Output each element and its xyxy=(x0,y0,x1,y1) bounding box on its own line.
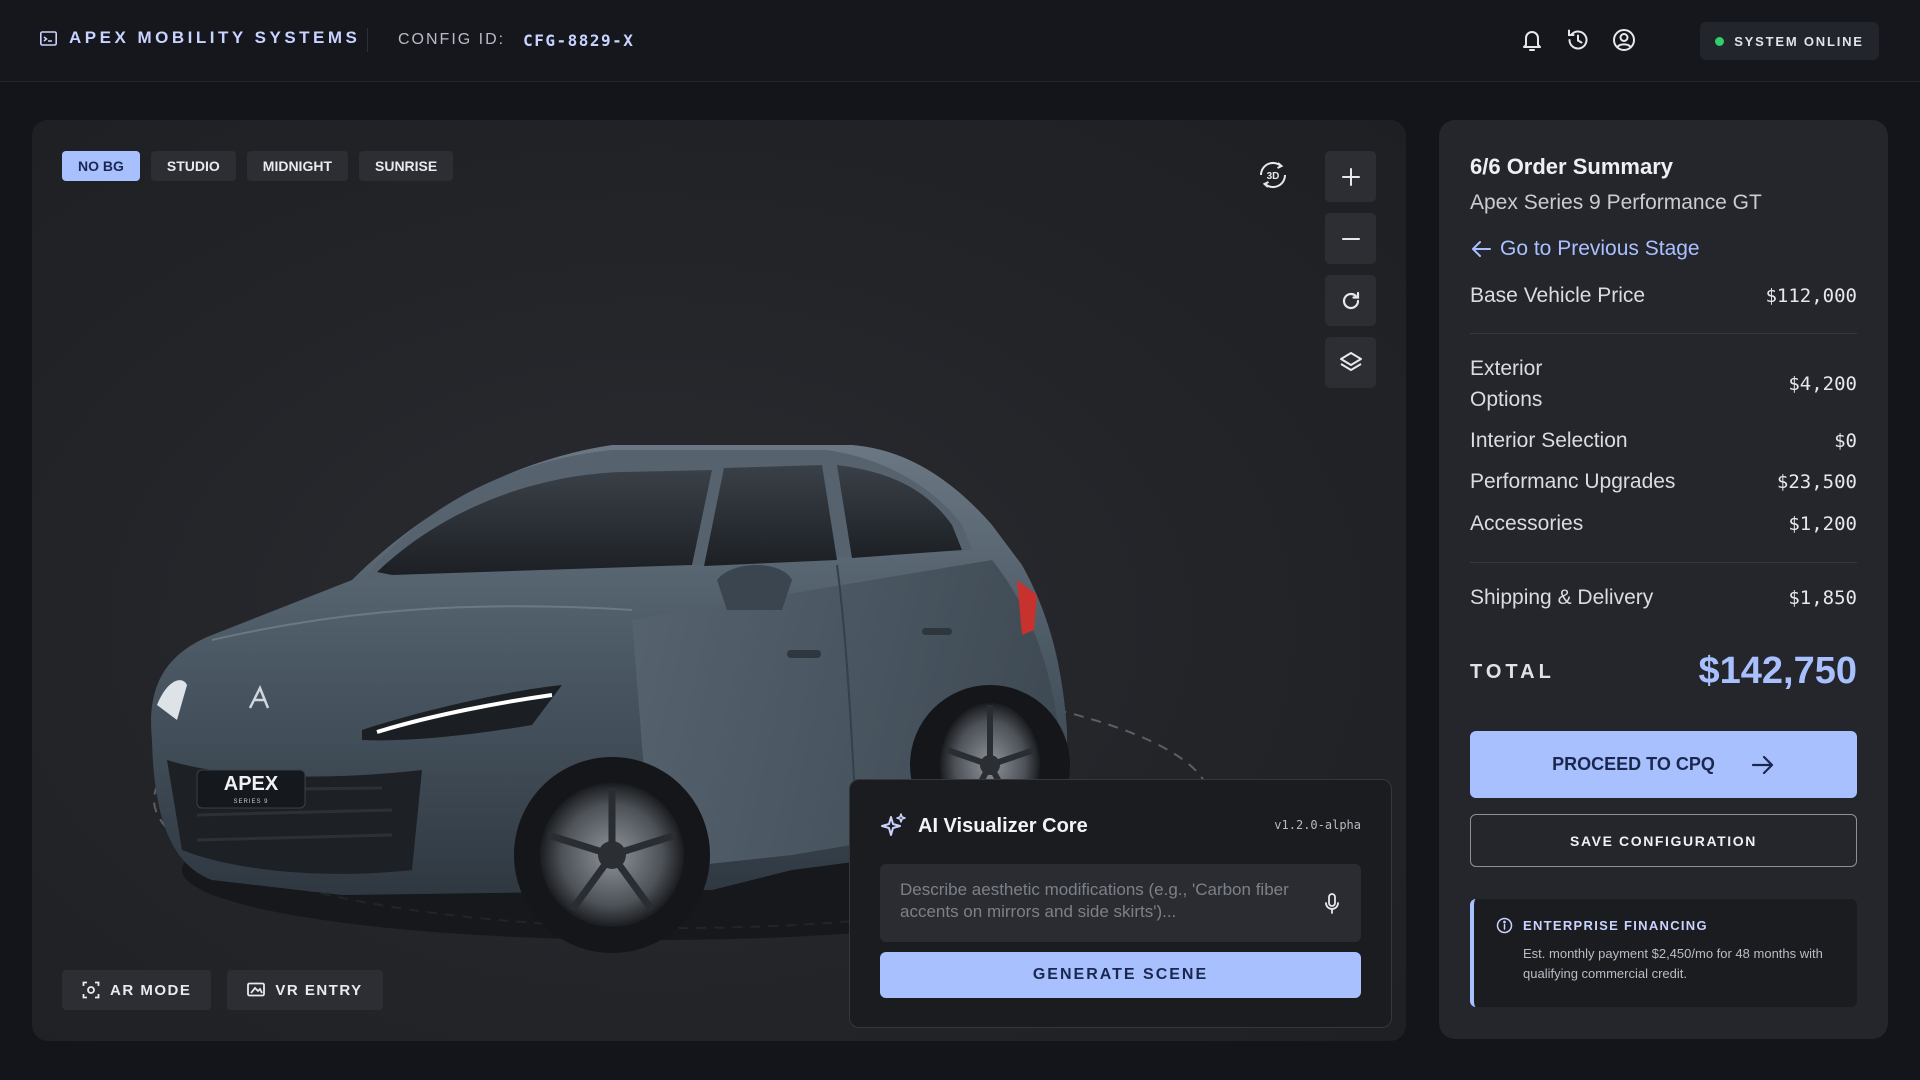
previous-stage-label: Go to Previous Stage xyxy=(1500,237,1700,260)
price-row-label: Exterior Options xyxy=(1470,357,1543,411)
rotate-badge-text: 3D xyxy=(1267,171,1280,182)
system-status-badge: SYSTEM ONLINE xyxy=(1700,22,1879,60)
ai-title: AI Visualizer Core xyxy=(918,814,1088,837)
ar-icon xyxy=(82,981,100,999)
rotate-360-icon[interactable]: 3D xyxy=(1255,157,1291,193)
vr-entry-button[interactable]: VR ENTRY xyxy=(227,970,383,1010)
top-bar: APEX MOBILITY SYSTEMS CONFIG ID: CFG-882… xyxy=(0,0,1920,82)
financing-card: ENTERPRISE FINANCING Est. monthly paymen… xyxy=(1470,899,1857,1007)
status-dot xyxy=(1715,36,1725,46)
reset-view-button[interactable] xyxy=(1325,275,1376,326)
price-row-shipping: Shipping & Delivery $1,850 xyxy=(1470,582,1857,613)
status-text: SYSTEM ONLINE xyxy=(1734,33,1864,49)
price-row-label: Base Vehicle Price xyxy=(1470,284,1646,307)
immersive-modes: AR MODE VR ENTRY xyxy=(62,970,383,1010)
account-icon[interactable] xyxy=(1610,25,1638,55)
order-summary-panel: 6/6 Order Summary Apex Series 9 Performa… xyxy=(1439,120,1888,1039)
ai-visualizer-panel: AI Visualizer Core v1.2.0-alpha Describe… xyxy=(849,779,1392,1028)
price-row-interior: Interior Selection $0 xyxy=(1470,425,1857,456)
terminal-icon xyxy=(40,30,57,46)
ar-mode-button[interactable]: AR MODE xyxy=(62,970,212,1010)
ai-prompt-placeholder: Describe aesthetic modifications (e.g., … xyxy=(900,880,1289,921)
ai-prompt-input[interactable]: Describe aesthetic modifications (e.g., … xyxy=(880,864,1361,942)
zoom-out-icon xyxy=(1341,237,1360,240)
total-value: $142,750 xyxy=(1698,650,1858,692)
header-actions xyxy=(1518,25,1638,55)
bell-icon[interactable] xyxy=(1518,25,1546,55)
financing-text: Est. monthly payment $2,450/mo for 48 mo… xyxy=(1523,946,1823,981)
sparkles-icon xyxy=(881,813,906,836)
price-row-exterior: Exterior Options $4,200 xyxy=(1470,353,1857,415)
price-row-label: Shipping & Delivery xyxy=(1470,586,1654,609)
tab-no-bg[interactable]: NO BG xyxy=(62,151,140,181)
header-divider xyxy=(367,28,368,52)
price-row-value: $23,500 xyxy=(1776,470,1857,493)
summary-model: Apex Series 9 Performance GT xyxy=(1470,191,1762,214)
proceed-label: PROCEED TO CPQ xyxy=(1552,754,1715,774)
ai-version: v1.2.0-alpha xyxy=(1274,818,1361,832)
total-label: TOTAL xyxy=(1470,661,1555,683)
summary-divider xyxy=(1470,562,1857,563)
ai-header: AI Visualizer Core xyxy=(880,812,1088,840)
arrow-right-icon xyxy=(1751,755,1773,774)
vr-entry-label: VR ENTRY xyxy=(275,981,363,999)
proceed-to-cpq-button[interactable]: PROCEED TO CPQ xyxy=(1470,731,1857,798)
plate-brand: APEX xyxy=(224,773,279,795)
price-row-value: $112,000 xyxy=(1765,284,1857,307)
price-row-accessories: Accessories $1,200 xyxy=(1470,508,1857,539)
config-id: CONFIG ID: CFG-8829-X xyxy=(398,31,634,50)
save-configuration-button[interactable]: SAVE CONFIGURATION xyxy=(1470,814,1857,867)
generate-scene-button[interactable]: GENERATE SCENE xyxy=(880,952,1361,998)
info-icon xyxy=(1496,917,1513,934)
summary-divider xyxy=(1470,333,1857,334)
arrow-left-icon xyxy=(1472,241,1491,257)
tab-sunrise[interactable]: SUNRISE xyxy=(359,151,454,181)
layers-button[interactable] xyxy=(1325,337,1376,388)
tab-studio[interactable]: STUDIO xyxy=(150,151,236,181)
background-selector: NO BG STUDIO MIDNIGHT SUNRISE xyxy=(62,151,454,181)
price-row-label: Interior Selection xyxy=(1470,429,1628,452)
price-row-value: $1,200 xyxy=(1788,512,1857,535)
config-id-label: CONFIG ID: xyxy=(398,31,506,48)
financing-header: ENTERPRISE FINANCING xyxy=(1496,917,1837,934)
plate-series: SERIES 9 xyxy=(233,799,268,805)
history-icon[interactable] xyxy=(1564,25,1592,55)
tab-midnight[interactable]: MIDNIGHT xyxy=(246,151,348,181)
config-id-value: CFG-8829-X xyxy=(523,31,635,50)
zoom-out-button[interactable] xyxy=(1325,213,1376,264)
summary-title: 6/6 Order Summary xyxy=(1470,154,1673,179)
previous-stage-link[interactable]: Go to Previous Stage xyxy=(1470,237,1700,261)
brand: APEX MOBILITY SYSTEMS xyxy=(40,28,360,48)
price-row-label: Performanc Upgrades xyxy=(1470,470,1676,493)
zoom-in-icon xyxy=(1341,167,1360,186)
vr-icon xyxy=(247,982,266,997)
price-row-value: $1,850 xyxy=(1788,586,1857,609)
price-row-value: $0 xyxy=(1834,429,1857,452)
price-row-performance: Performanc Upgrades $23,500 xyxy=(1470,466,1857,497)
price-row-base: Base Vehicle Price $112,000 xyxy=(1470,280,1857,311)
layers-icon xyxy=(1339,351,1362,371)
viewer-tools xyxy=(1325,151,1376,388)
ar-mode-label: AR MODE xyxy=(110,981,192,999)
microphone-icon[interactable] xyxy=(1321,892,1343,916)
reset-view-icon xyxy=(1342,291,1359,309)
price-row-label: Accessories xyxy=(1470,512,1584,535)
price-row-value: $4,200 xyxy=(1788,373,1857,395)
brand-name: APEX MOBILITY SYSTEMS xyxy=(69,28,361,47)
financing-title: ENTERPRISE FINANCING xyxy=(1523,918,1708,933)
zoom-in-button[interactable] xyxy=(1325,151,1376,202)
